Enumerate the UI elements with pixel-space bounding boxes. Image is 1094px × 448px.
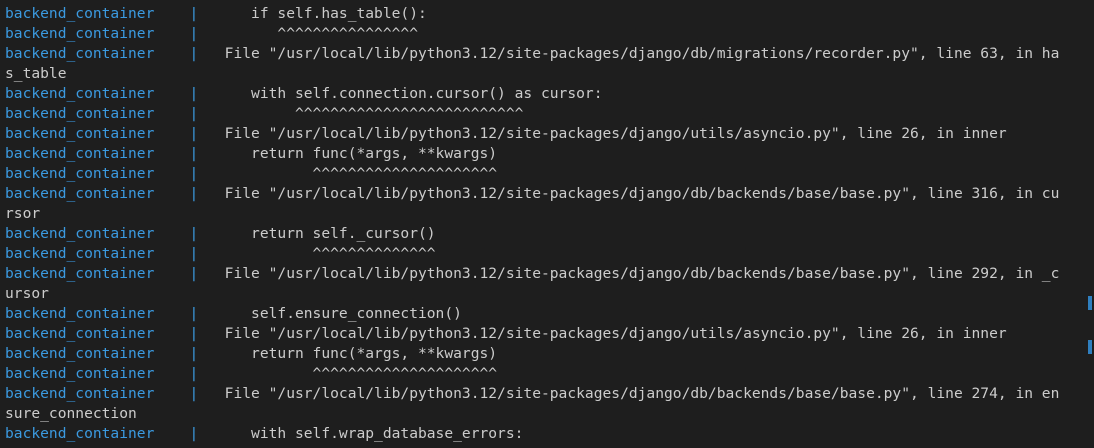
terminal-line: backend_container | if self.has_table():	[0, 4, 1094, 24]
pipe-separator: |	[189, 365, 199, 382]
pipe-separator: |	[189, 85, 199, 102]
container-name-prefix: backend_container	[5, 85, 155, 102]
pipe-separator: |	[189, 5, 199, 22]
log-text: File "/usr/local/lib/python3.12/site-pac…	[198, 185, 1060, 202]
pipe-separator: |	[189, 105, 199, 122]
pipe-separator: |	[189, 145, 199, 162]
container-name-prefix: backend_container	[5, 45, 155, 62]
container-name-prefix: backend_container	[5, 165, 155, 182]
terminal-line: backend_container | File "/usr/local/lib…	[0, 124, 1094, 144]
pipe-separator: |	[189, 225, 199, 242]
terminal-line: backend_container | ^^^^^^^^^^^^^^^^	[0, 24, 1094, 44]
container-name-prefix: backend_container	[5, 425, 155, 442]
log-text: ^^^^^^^^^^^^^^^^^^^^^	[198, 165, 498, 182]
terminal-line: backend_container | with self.connection…	[0, 84, 1094, 104]
log-text: File "/usr/local/lib/python3.12/site-pac…	[198, 45, 1060, 62]
container-name-prefix: backend_container	[5, 5, 155, 22]
terminal-line: backend_container | ^^^^^^^^^^^^^^^^^^^^…	[0, 164, 1094, 184]
terminal-line: backend_container | with self.wrap_datab…	[0, 424, 1094, 444]
container-name-prefix: backend_container	[5, 245, 155, 262]
container-name-prefix: backend_container	[5, 365, 155, 382]
terminal-line: ursor	[0, 284, 1094, 304]
terminal-lines: backend_container | if self.has_table():…	[0, 4, 1094, 444]
log-text: s_table	[5, 65, 67, 82]
container-name-prefix: backend_container	[5, 25, 155, 42]
container-name-prefix: backend_container	[5, 325, 155, 342]
log-text: ^^^^^^^^^^^^^^	[198, 245, 436, 262]
terminal-output[interactable]: backend_container | if self.has_table():…	[0, 0, 1094, 448]
log-text: sure_connection	[5, 405, 137, 422]
log-text: ^^^^^^^^^^^^^^^^^^^^^	[198, 365, 498, 382]
log-text: with self.wrap_database_errors:	[198, 425, 524, 442]
log-text: return func(*args, **kwargs)	[198, 345, 498, 362]
pipe-separator: |	[189, 245, 199, 262]
log-text: File "/usr/local/lib/python3.12/site-pac…	[198, 265, 1060, 282]
log-text: if self.has_table():	[198, 5, 427, 22]
log-text: ^^^^^^^^^^^^^^^^	[198, 25, 418, 42]
container-name-prefix: backend_container	[5, 105, 155, 122]
pipe-separator: |	[189, 345, 199, 362]
terminal-line: backend_container | ^^^^^^^^^^^^^^	[0, 244, 1094, 264]
scrollbar-marker[interactable]	[1088, 340, 1092, 354]
log-text: ursor	[5, 285, 49, 302]
log-text: rsor	[5, 205, 41, 222]
container-name-prefix: backend_container	[5, 385, 155, 402]
terminal-line: backend_container | File "/usr/local/lib…	[0, 264, 1094, 284]
container-name-prefix: backend_container	[5, 265, 155, 282]
log-text: return func(*args, **kwargs)	[198, 145, 498, 162]
pipe-separator: |	[189, 265, 199, 282]
log-text: return self._cursor()	[198, 225, 436, 242]
container-name-prefix: backend_container	[5, 345, 155, 362]
pipe-separator: |	[189, 45, 199, 62]
terminal-line: backend_container | File "/usr/local/lib…	[0, 184, 1094, 204]
pipe-separator: |	[189, 165, 199, 182]
terminal-line: backend_container | return func(*args, *…	[0, 144, 1094, 164]
log-text: File "/usr/local/lib/python3.12/site-pac…	[198, 325, 1007, 342]
terminal-line: backend_container | File "/usr/local/lib…	[0, 384, 1094, 404]
terminal-line: backend_container | ^^^^^^^^^^^^^^^^^^^^…	[0, 364, 1094, 384]
terminal-line: backend_container | return self._cursor(…	[0, 224, 1094, 244]
container-name-prefix: backend_container	[5, 185, 155, 202]
pipe-separator: |	[189, 125, 199, 142]
log-text: ^^^^^^^^^^^^^^^^^^^^^^^^^^	[198, 105, 524, 122]
pipe-separator: |	[189, 185, 199, 202]
log-text: File "/usr/local/lib/python3.12/site-pac…	[198, 385, 1060, 402]
pipe-separator: |	[189, 25, 199, 42]
scrollbar-marker[interactable]	[1088, 296, 1092, 310]
terminal-line: backend_container | self.ensure_connecti…	[0, 304, 1094, 324]
container-name-prefix: backend_container	[5, 225, 155, 242]
terminal-line: rsor	[0, 204, 1094, 224]
pipe-separator: |	[189, 325, 199, 342]
log-text: self.ensure_connection()	[198, 305, 462, 322]
log-text: with self.connection.cursor() as cursor:	[198, 85, 603, 102]
container-name-prefix: backend_container	[5, 125, 155, 142]
terminal-line: backend_container | File "/usr/local/lib…	[0, 324, 1094, 344]
log-text: File "/usr/local/lib/python3.12/site-pac…	[198, 125, 1007, 142]
terminal-line: s_table	[0, 64, 1094, 84]
terminal-line: backend_container | File "/usr/local/lib…	[0, 44, 1094, 64]
terminal-line: backend_container | ^^^^^^^^^^^^^^^^^^^^…	[0, 104, 1094, 124]
terminal-line: backend_container | return func(*args, *…	[0, 344, 1094, 364]
terminal-line: sure_connection	[0, 404, 1094, 424]
container-name-prefix: backend_container	[5, 305, 155, 322]
pipe-separator: |	[189, 385, 199, 402]
pipe-separator: |	[189, 305, 199, 322]
pipe-separator: |	[189, 425, 199, 442]
container-name-prefix: backend_container	[5, 145, 155, 162]
